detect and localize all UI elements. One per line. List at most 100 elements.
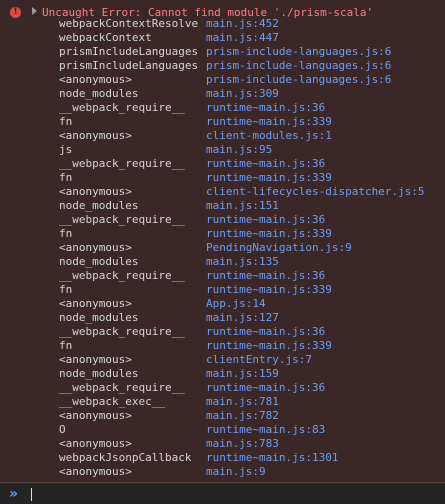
frame-function-name: <anonymous>: [59, 437, 132, 450]
frame-source-link[interactable]: main.js:781: [206, 395, 279, 409]
stack-frame: <anonymous> App.js:14: [0, 297, 445, 311]
frame-source-link[interactable]: runtime~main.js:36: [206, 101, 325, 115]
frame-function-name: prismIncludeLanguages: [59, 45, 199, 58]
frame-source-link[interactable]: runtime~main.js:83: [206, 423, 325, 437]
stack-frame: <anonymous> clientEntry.js:7: [0, 353, 445, 367]
frame-function-name: <anonymous>: [59, 129, 132, 142]
frame-source-link[interactable]: main.js:151: [206, 199, 279, 213]
stack-frame: __webpack_require__ runtime~main.js:36: [0, 269, 445, 283]
frame-source-link[interactable]: runtime~main.js:339: [206, 283, 332, 297]
frame-function-name: node_modules: [59, 87, 139, 100]
frame-source-link[interactable]: runtime~main.js:339: [206, 227, 332, 241]
stack-frame: <anonymous> main.js:9: [0, 465, 445, 479]
frame-function-name: node_modules: [59, 311, 139, 324]
frame-source-link[interactable]: main.js:447: [206, 31, 279, 45]
frame-function-name: <anonymous>: [59, 353, 132, 366]
text-cursor: [31, 488, 32, 501]
frame-function-name: <anonymous>: [59, 465, 132, 478]
stack-frame: fn runtime~main.js:339: [0, 339, 445, 353]
stack-frame: <anonymous> main.js:782: [0, 409, 445, 423]
frame-source-link[interactable]: client-modules.js:1: [206, 129, 332, 143]
frame-function-name: __webpack_require__: [59, 101, 185, 114]
frame-source-link[interactable]: client-lifecycles-dispatcher.js:5: [206, 185, 425, 199]
frame-source-link[interactable]: runtime~main.js:36: [206, 325, 325, 339]
stack-frame: <anonymous> client-lifecycles-dispatcher.…: [0, 185, 445, 199]
frame-source-link[interactable]: runtime~main.js:339: [206, 171, 332, 185]
frame-function-name: webpackContext: [59, 31, 152, 44]
stack-frame: <anonymous> prism-include-languages.js:6: [0, 73, 445, 87]
stack-frame: <anonymous> main.js:783: [0, 437, 445, 451]
expand-caret-icon[interactable]: [32, 7, 37, 15]
frame-source-link[interactable]: main.js:135: [206, 255, 279, 269]
frame-function-name: webpackJsonpCallback: [59, 451, 192, 464]
frame-function-name: O: [59, 423, 66, 436]
stack-frame: __webpack_exec__ main.js:781: [0, 395, 445, 409]
stack-frame: fn runtime~main.js:339: [0, 171, 445, 185]
frame-function-name: fn: [59, 339, 73, 352]
frame-function-name: __webpack_exec__: [59, 395, 165, 408]
frame-function-name: node_modules: [59, 255, 139, 268]
frame-source-link[interactable]: runtime~main.js:36: [206, 381, 325, 395]
stack-frame: prismIncludeLanguages prism-include-langu…: [0, 59, 445, 73]
frame-source-link[interactable]: prism-include-languages.js:6: [206, 73, 391, 87]
stack-frame: <anonymous> client-modules.js:1: [0, 129, 445, 143]
frame-source-link[interactable]: runtime~main.js:339: [206, 339, 332, 353]
frame-function-name: __webpack_require__: [59, 157, 185, 170]
console-input[interactable]: [30, 487, 435, 501]
stack-frame: webpackContext main.js:447: [0, 31, 445, 45]
frame-source-link[interactable]: runtime~main.js:36: [206, 269, 325, 283]
frame-source-link[interactable]: runtime~main.js:1301: [206, 451, 338, 465]
stack-frame: __webpack_require__ runtime~main.js:36: [0, 101, 445, 115]
frame-source-link[interactable]: prism-include-languages.js:6: [206, 45, 391, 59]
stack-frame: fn runtime~main.js:339: [0, 227, 445, 241]
stack-frame: __webpack_require__ runtime~main.js:36: [0, 381, 445, 395]
stack-frame: node_modules main.js:159: [0, 367, 445, 381]
frame-function-name: __webpack_require__: [59, 269, 185, 282]
frame-function-name: <anonymous>: [59, 409, 132, 422]
frame-function-name: fn: [59, 227, 73, 240]
stack-frame: fn runtime~main.js:339: [0, 115, 445, 129]
frame-function-name: fn: [59, 115, 73, 128]
frame-function-name: node_modules: [59, 199, 139, 212]
stack-frame: fn runtime~main.js:339: [0, 283, 445, 297]
frame-function-name: fn: [59, 283, 73, 296]
stack-frame: webpackJsonpCallback runtime~main.js:1301: [0, 451, 445, 465]
frame-source-link[interactable]: main.js:452: [206, 17, 279, 31]
frame-source-link[interactable]: main.js:95: [206, 143, 272, 157]
frame-function-name: __webpack_require__: [59, 381, 185, 394]
frame-function-name: prismIncludeLanguages: [59, 59, 199, 72]
stack-frame: Oruntime~main.js:83: [0, 423, 445, 437]
frame-source-link[interactable]: main.js:127: [206, 311, 279, 325]
frame-source-link[interactable]: clientEntry.js:7: [206, 353, 312, 367]
frame-source-link[interactable]: main.js:309: [206, 87, 279, 101]
stack-frame: __webpack_require__ runtime~main.js:36: [0, 157, 445, 171]
frame-function-name: <anonymous>: [59, 241, 132, 254]
frame-source-link[interactable]: main.js:9: [206, 465, 266, 479]
frame-source-link[interactable]: main.js:159: [206, 367, 279, 381]
frame-function-name: js: [59, 143, 73, 156]
frame-function-name: <anonymous>: [59, 297, 132, 310]
frame-function-name: webpackContextResolve: [59, 17, 199, 30]
frame-source-link[interactable]: runtime~main.js:339: [206, 115, 332, 129]
frame-source-link[interactable]: runtime~main.js:36: [206, 157, 325, 171]
frame-function-name: fn: [59, 171, 73, 184]
frame-function-name: __webpack_require__: [59, 325, 185, 338]
frame-source-link[interactable]: App.js:14: [206, 297, 266, 311]
stack-frame: webpackContextResolve main.js:452: [0, 17, 445, 31]
console-prompt[interactable]: »: [0, 484, 445, 504]
stack-frame: node_modules main.js:135: [0, 255, 445, 269]
frame-source-link[interactable]: main.js:782: [206, 409, 279, 423]
frame-source-link[interactable]: prism-include-languages.js:6: [206, 59, 391, 73]
stack-frame: node_modules main.js:151: [0, 199, 445, 213]
frame-function-name: node_modules: [59, 367, 139, 380]
frame-function-name: __webpack_require__: [59, 213, 185, 226]
devtools-console: ! Uncaught Error: Cannot find module './…: [0, 0, 445, 504]
frame-function-name: <anonymous>: [59, 185, 132, 198]
frame-source-link[interactable]: main.js:783: [206, 437, 279, 451]
stack-frame: prismIncludeLanguages prism-include-langu…: [0, 45, 445, 59]
stack-frame: __webpack_require__ runtime~main.js:36: [0, 213, 445, 227]
console-prompt-chevron-icon: »: [9, 486, 19, 502]
frame-source-link[interactable]: runtime~main.js:36: [206, 213, 325, 227]
frame-source-link[interactable]: PendingNavigation.js:9: [206, 241, 352, 255]
stack-frame: node_modules main.js:309: [0, 87, 445, 101]
